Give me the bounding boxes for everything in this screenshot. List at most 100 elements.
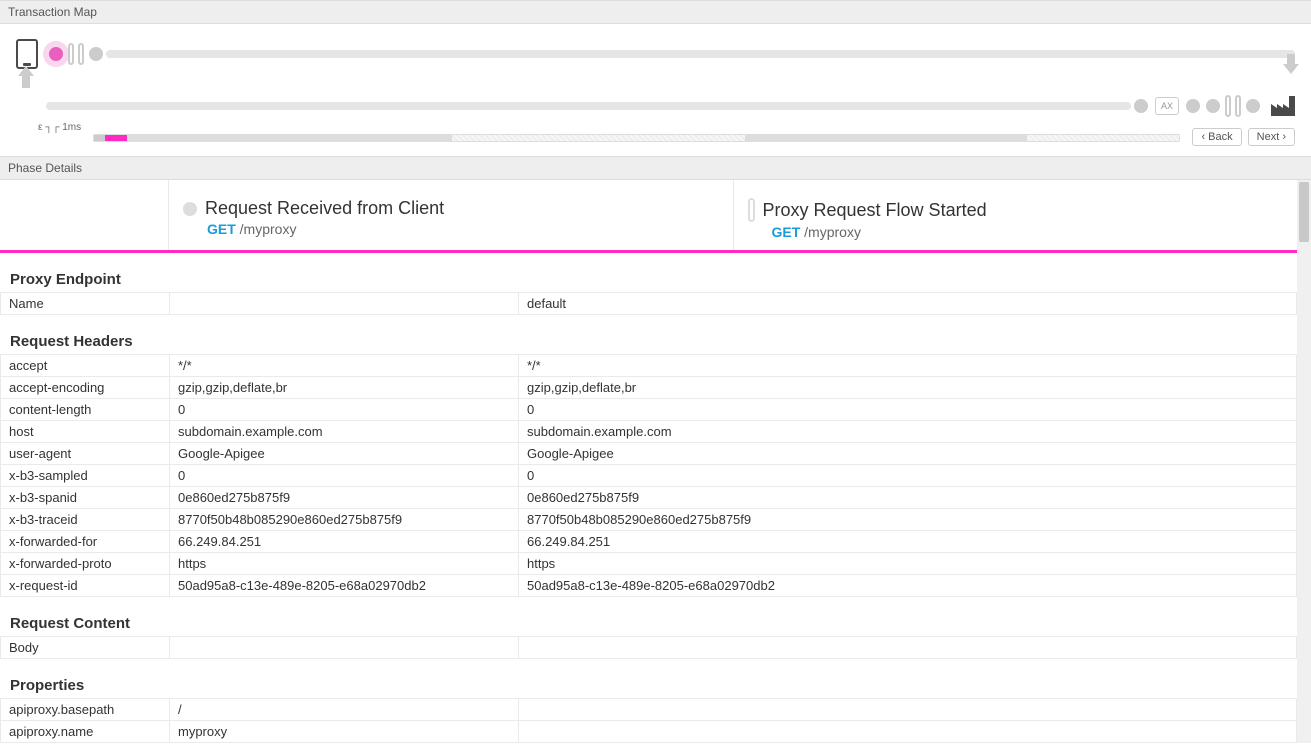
phase-pill-icon [748,198,755,222]
request-content-table: Body [0,636,1297,659]
row-value-2: 0 [519,399,1297,421]
section-request-headers: Request Headers [0,315,1297,354]
row-value-1: 0e860ed275b875f9 [170,487,519,509]
table-row: user-agentGoogle-ApigeeGoogle-Apigee [1,443,1297,465]
row-value-1: 0 [170,465,519,487]
section-properties: Properties [0,659,1297,698]
section-request-content: Request Content [0,597,1297,636]
row-label: apiproxy.name [1,721,170,743]
client-device-icon [16,39,38,69]
row-value-2: gzip,gzip,deflate,br [519,377,1297,399]
timeline: ε ┐┌ 1ms ‹ Back Next › [0,124,1311,156]
row-value-2: 50ad95a8-c13e-489e-8205-e68a02970db2 [519,575,1297,597]
table-row: apiproxy.namemyproxy [1,721,1297,743]
row-value-2 [519,699,1297,721]
back-button[interactable]: ‹ Back [1192,128,1241,146]
phase-col-client[interactable]: Request Received from Client GET /myprox… [169,180,734,250]
row-value-1: 0 [170,399,519,421]
row-label: x-b3-spanid [1,487,170,509]
request-headers-table: accept*/**/*accept-encodinggzip,gzip,def… [0,354,1297,597]
proxy-endpoint-table: Namedefault [0,292,1297,315]
row-label: Name [1,293,170,315]
row-label: user-agent [1,443,170,465]
row-value-2: subdomain.example.com [519,421,1297,443]
target-server-icon [1271,96,1295,116]
table-row: x-b3-sampled00 [1,465,1297,487]
row-value-2: 8770f50b48b085290e860ed275b875f9 [519,509,1297,531]
flow-node-preflow[interactable] [68,43,74,65]
row-label: x-request-id [1,575,170,597]
row-value-1: */* [170,355,519,377]
row-label: x-b3-sampled [1,465,170,487]
http-method: GET [207,221,236,237]
flow-node-preflow[interactable] [78,43,84,65]
table-row: apiproxy.basepath/ [1,699,1297,721]
table-row: hostsubdomain.example.comsubdomain.examp… [1,421,1297,443]
row-value-1: 66.249.84.251 [170,531,519,553]
row-value-2: 0 [519,465,1297,487]
flow-node-postflow[interactable] [1225,95,1231,117]
details-body: Proxy Endpoint Namedefault Request Heade… [0,253,1297,743]
flow-track-line [46,102,1131,110]
row-label: x-forwarded-proto [1,553,170,575]
request-flow-track [16,34,1295,74]
row-value-2: 66.249.84.251 [519,531,1297,553]
flow-track-line [106,50,1295,58]
row-value-2: */* [519,355,1297,377]
row-value-2: 0e860ed275b875f9 [519,487,1297,509]
table-row: x-b3-spanid0e860ed275b875f90e860ed275b87… [1,487,1297,509]
row-value-1 [170,293,519,315]
row-value-2 [519,637,1297,659]
flow-node[interactable] [1134,99,1148,113]
ax-policy-icon[interactable]: AX [1155,97,1179,115]
phase-header-row: Request Received from Client GET /myprox… [0,180,1297,253]
phase-col-proxy[interactable]: Proxy Request Flow Started GET /myproxy [734,180,1298,250]
row-value-2: Google-Apigee [519,443,1297,465]
response-flow-track: AX [16,86,1295,126]
row-label: content-length [1,399,170,421]
table-row: x-b3-traceid8770f50b48b085290e860ed275b8… [1,509,1297,531]
row-value-1 [170,637,519,659]
phase-title: Request Received from Client [205,198,444,219]
row-value-1: 50ad95a8-c13e-489e-8205-e68a02970db2 [170,575,519,597]
properties-table: apiproxy.basepath/apiproxy.namemyproxy [0,698,1297,743]
table-row: accept*/**/* [1,355,1297,377]
row-label: Body [1,637,170,659]
row-value-1: https [170,553,519,575]
table-row: accept-encodinggzip,gzip,deflate,brgzip,… [1,377,1297,399]
table-row: content-length00 [1,399,1297,421]
row-label: x-forwarded-for [1,531,170,553]
flow-node[interactable] [1246,99,1260,113]
row-value-2 [519,721,1297,743]
row-value-1: / [170,699,519,721]
phase-title: Proxy Request Flow Started [763,200,987,221]
row-label: apiproxy.basepath [1,699,170,721]
row-label: host [1,421,170,443]
flow-node[interactable] [89,47,103,61]
timeline-label: ε ┐┌ 1ms [38,122,81,133]
row-value-1: myproxy [170,721,519,743]
section-proxy-endpoint: Proxy Endpoint [0,253,1297,292]
timeline-bar[interactable] [93,134,1180,142]
table-row: x-request-id50ad95a8-c13e-489e-8205-e68a… [1,575,1297,597]
table-row: x-forwarded-for66.249.84.25166.249.84.25… [1,531,1297,553]
next-button[interactable]: Next › [1248,128,1295,146]
flow-node-postflow[interactable] [1235,95,1241,117]
flow-node[interactable] [1186,99,1200,113]
row-value-2: https [519,553,1297,575]
row-label: accept [1,355,170,377]
arrow-down-icon [1283,54,1301,79]
transaction-map-header: Transaction Map [0,0,1311,24]
phase-details-header: Phase Details [0,156,1311,180]
phase-dot-icon [183,202,197,216]
row-value-1: gzip,gzip,deflate,br [170,377,519,399]
row-value-1: subdomain.example.com [170,421,519,443]
flow-node-request-received[interactable] [49,47,63,61]
scrollbar-thumb[interactable] [1299,182,1309,242]
request-path: /myproxy [804,224,861,240]
flow-node[interactable] [1206,99,1220,113]
row-label: accept-encoding [1,377,170,399]
row-value-1: 8770f50b48b085290e860ed275b875f9 [170,509,519,531]
row-value-1: Google-Apigee [170,443,519,465]
scrollbar[interactable] [1297,180,1311,743]
